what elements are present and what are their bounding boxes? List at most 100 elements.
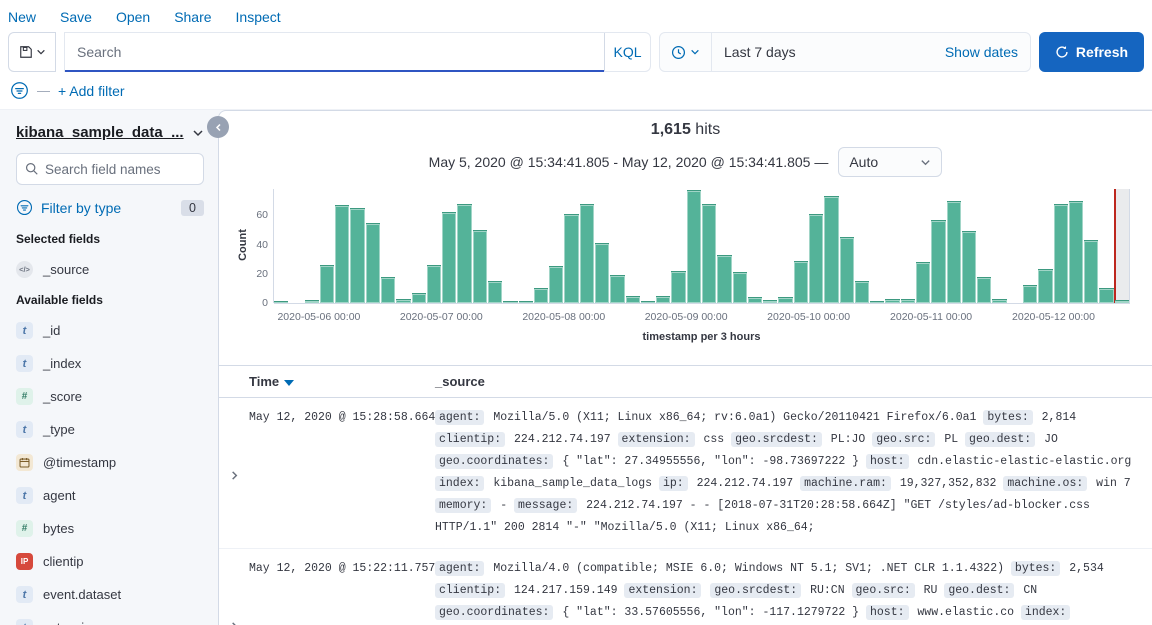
chevron-down-icon[interactable]	[192, 127, 204, 139]
histogram-bar[interactable]	[916, 262, 930, 303]
histogram-bar[interactable]	[931, 220, 945, 303]
nav-open[interactable]: Open	[116, 9, 150, 25]
histogram-bar[interactable]	[1099, 288, 1113, 303]
index-pattern-switcher[interactable]: kibana_sample_data_...	[16, 124, 184, 141]
histogram-bar[interactable]	[580, 204, 594, 303]
histogram-bar[interactable]	[610, 275, 624, 303]
field-item-_type[interactable]: t_type	[16, 416, 204, 443]
nav-save[interactable]: Save	[60, 9, 92, 25]
histogram-bar[interactable]	[503, 301, 517, 303]
histogram-bar[interactable]	[473, 230, 487, 303]
kql-language-button[interactable]: KQL	[604, 33, 650, 71]
histogram-bar[interactable]	[885, 299, 899, 303]
filter-options-icon[interactable]	[10, 81, 29, 100]
histogram-bar[interactable]	[381, 277, 395, 303]
histogram-bar[interactable]	[1054, 204, 1068, 303]
field-item-event.dataset[interactable]: tevent.dataset	[16, 581, 204, 608]
histogram-bar[interactable]	[870, 301, 884, 303]
histogram-bar[interactable]	[1115, 300, 1129, 303]
field-item-extension[interactable]: textension	[16, 614, 204, 625]
field-name-token: agent:	[435, 561, 484, 576]
field-item-bytes[interactable]: #bytes	[16, 515, 204, 542]
fields-sidebar: kibana_sample_data_... Filter by type 0 …	[0, 110, 218, 625]
histogram-bar[interactable]	[457, 204, 471, 303]
add-filter-button[interactable]: + Add filter	[58, 83, 125, 99]
histogram-bar[interactable]	[350, 208, 364, 303]
histogram-bar[interactable]	[366, 223, 380, 303]
histogram-bar[interactable]	[320, 265, 334, 303]
histogram-bar[interactable]	[717, 255, 731, 303]
histogram-bar[interactable]	[1023, 285, 1037, 303]
number-field-type-icon: #	[16, 388, 33, 405]
histogram-bar[interactable]	[488, 281, 502, 303]
histogram-bar[interactable]	[733, 272, 747, 303]
histogram-bar[interactable]	[794, 261, 808, 303]
histogram-bar[interactable]	[305, 300, 319, 303]
refresh-button[interactable]: Refresh	[1039, 32, 1144, 72]
histogram-bar[interactable]	[778, 297, 792, 303]
histogram-plot-area[interactable]: 0204060	[273, 189, 1130, 303]
histogram-bar[interactable]	[671, 271, 685, 303]
field-item-_source[interactable]: </>_source	[16, 256, 204, 283]
collapse-sidebar-button[interactable]	[207, 116, 229, 138]
row-time-value: May 12, 2020 @ 15:28:58.664	[249, 407, 435, 539]
search-input[interactable]	[65, 33, 604, 71]
histogram-bar[interactable]	[412, 293, 426, 303]
quick-select-menu-button[interactable]	[660, 33, 712, 71]
field-item-agent[interactable]: tagent	[16, 482, 204, 509]
field-item-@timestamp[interactable]: @timestamp	[16, 449, 204, 476]
histogram-bar[interactable]	[534, 288, 548, 303]
histogram-bar[interactable]	[763, 300, 777, 303]
histogram-bar[interactable]	[564, 214, 578, 303]
histogram-bar[interactable]	[748, 297, 762, 303]
field-search-input[interactable]	[45, 162, 185, 177]
histogram-bar[interactable]	[1069, 201, 1083, 303]
histogram-bar[interactable]	[1038, 269, 1052, 303]
interval-select[interactable]: Auto	[838, 147, 942, 177]
histogram-bar[interactable]	[809, 214, 823, 303]
histogram-bar[interactable]	[947, 201, 961, 303]
field-name: _type	[43, 422, 75, 437]
filter-by-type-toggle[interactable]: Filter by type 0	[16, 199, 204, 216]
nav-inspect[interactable]: Inspect	[236, 9, 281, 25]
show-dates-button[interactable]: Show dates	[945, 44, 1030, 60]
histogram-bar[interactable]	[687, 190, 701, 303]
histogram-bar[interactable]	[824, 196, 838, 303]
histogram-bar[interactable]	[549, 266, 563, 303]
saved-query-menu-button[interactable]	[8, 32, 56, 72]
time-column-header[interactable]: Time	[249, 374, 435, 389]
ip-field-type-icon: IP	[16, 553, 33, 570]
histogram-bar[interactable]	[656, 296, 670, 303]
field-item-_index[interactable]: t_index	[16, 350, 204, 377]
refresh-label: Refresh	[1076, 44, 1128, 60]
query-bar: KQL Last 7 days Show dates Refresh	[8, 32, 1144, 72]
histogram-bar[interactable]	[641, 301, 655, 303]
histogram-bar[interactable]	[519, 301, 533, 303]
histogram-bar[interactable]	[962, 231, 976, 303]
histogram-bar[interactable]	[396, 299, 410, 303]
histogram-bar[interactable]	[702, 204, 716, 303]
time-range-value[interactable]: Last 7 days	[712, 44, 945, 60]
field-item-_score[interactable]: #_score	[16, 383, 204, 410]
expand-row-icon[interactable]	[229, 411, 240, 539]
histogram-bar[interactable]	[855, 281, 869, 303]
histogram-bar[interactable]	[977, 277, 991, 303]
histogram-bar[interactable]	[840, 237, 854, 303]
histogram-bar[interactable]	[595, 243, 609, 303]
histogram-bar[interactable]	[992, 299, 1006, 303]
clock-icon	[671, 45, 686, 60]
expand-row-icon[interactable]	[229, 562, 240, 625]
filter-divider-dash: —	[37, 83, 50, 98]
save-query-icon	[19, 45, 33, 59]
histogram-bar[interactable]	[901, 299, 915, 303]
field-item-clientip[interactable]: IPclientip	[16, 548, 204, 575]
nav-new[interactable]: New	[8, 9, 36, 25]
histogram-bar[interactable]	[335, 205, 349, 303]
histogram-bar[interactable]	[427, 265, 441, 303]
histogram-bar[interactable]	[442, 212, 456, 303]
field-item-_id[interactable]: t_id	[16, 317, 204, 344]
histogram-bar[interactable]	[274, 301, 288, 303]
histogram-bar[interactable]	[626, 296, 640, 303]
nav-share[interactable]: Share	[174, 9, 211, 25]
histogram-bar[interactable]	[1084, 240, 1098, 303]
